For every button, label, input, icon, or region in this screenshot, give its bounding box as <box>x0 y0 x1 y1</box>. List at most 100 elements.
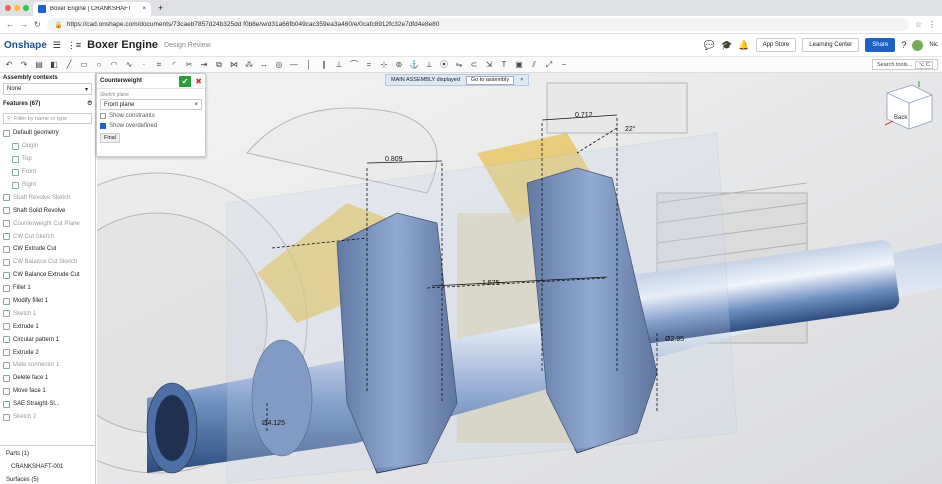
fillet-icon[interactable]: ◜ <box>169 60 179 69</box>
share-button[interactable]: Share <box>865 38 896 52</box>
close-tab-icon[interactable]: × <box>142 6 146 12</box>
app-store-button[interactable]: App Store <box>755 38 797 52</box>
final-button[interactable]: Final <box>100 133 120 143</box>
pierce-icon[interactable]: ⦿ <box>439 59 449 70</box>
extrude-icon[interactable]: ◧ <box>49 60 59 69</box>
show-constraints-checkbox[interactable]: Show constraints <box>97 111 205 121</box>
parallel-icon[interactable]: ∥ <box>319 60 329 69</box>
pattern-icon[interactable]: ⁂ <box>244 60 254 69</box>
graphics-viewport[interactable]: 0.809 0.712 22° 1.575 Ø2.95 Ø4.125 Back <box>97 73 942 484</box>
back-icon[interactable]: ← <box>6 20 14 29</box>
tangent-icon[interactable]: ⌒ <box>349 59 359 70</box>
dimension-icon[interactable]: ↔ <box>259 60 269 69</box>
star-icon[interactable]: ☆ <box>915 20 922 29</box>
perpendicular-icon[interactable]: ⊥ <box>334 60 344 69</box>
undo-icon[interactable]: ↶ <box>4 60 14 69</box>
project-icon[interactable]: ⇲ <box>484 60 494 69</box>
assembly-context-select[interactable]: None ▾ <box>3 83 92 95</box>
show-constraints-box[interactable] <box>100 113 106 119</box>
rollback-icon[interactable]: ⏱ <box>87 101 92 108</box>
concentric-icon[interactable]: ⊚ <box>394 60 404 69</box>
feature-item[interactable]: Sketch 2 <box>0 411 95 424</box>
mirror-icon[interactable]: ⋈ <box>229 60 239 69</box>
url-field[interactable]: 🔒 https://cad.onshape.com/documents/73ca… <box>46 18 909 31</box>
feature-item[interactable]: Extrude 1 <box>0 320 95 333</box>
midpoint-icon[interactable]: ⊹ <box>379 60 389 69</box>
feature-item[interactable]: Front <box>0 166 95 179</box>
feature-item[interactable]: Shaft Solid Revolve <box>0 204 95 217</box>
close-window-dot[interactable] <box>5 5 11 11</box>
user-name[interactable]: Nic <box>929 42 938 48</box>
learning-center-button[interactable]: Learning Center <box>802 38 860 52</box>
feature-item[interactable]: Counterweight Cut Plane <box>0 217 95 230</box>
equal-icon[interactable]: = <box>364 60 374 69</box>
feature-item[interactable]: CW Balance Extrude Cut <box>0 269 95 282</box>
feature-item[interactable]: Circular pattern 1 <box>0 333 95 346</box>
transform-icon[interactable]: ⤢ <box>544 60 554 70</box>
symmetric-icon[interactable]: ⇋ <box>454 60 464 69</box>
spline-icon[interactable]: ∿ <box>124 60 134 69</box>
rectangle-icon[interactable]: ▭ <box>79 60 89 69</box>
document-title[interactable]: Boxer Engine <box>87 39 158 51</box>
horizontal-icon[interactable]: ― <box>289 60 299 69</box>
minimize-window-dot[interactable] <box>14 5 20 11</box>
clear-field-icon[interactable]: × <box>194 102 198 108</box>
arc-icon[interactable]: ◠ <box>109 60 119 69</box>
part-item[interactable]: CRANKSHAFT-001 <box>3 461 93 474</box>
reload-icon[interactable]: ↻ <box>34 20 41 29</box>
help-icon[interactable]: ? <box>901 40 906 50</box>
sketch-icon[interactable]: ▤ <box>34 60 44 69</box>
parts-header[interactable]: Parts (1) <box>3 448 93 461</box>
show-overdefined-checkbox[interactable]: Show overdefined <box>97 121 205 131</box>
extend-icon[interactable]: ⇥ <box>199 60 209 69</box>
trim-icon[interactable]: ✂ <box>184 60 194 69</box>
circle-icon[interactable]: ○ <box>94 60 104 69</box>
line-icon[interactable]: ╱ <box>64 60 74 69</box>
feature-item[interactable]: CW Cut Sketch <box>0 230 95 243</box>
comments-icon[interactable]: 💬 <box>704 40 715 51</box>
banner-close-icon[interactable]: × <box>520 77 523 83</box>
feature-item[interactable]: Right <box>0 179 95 192</box>
show-overdefined-box[interactable] <box>100 123 106 129</box>
construction-icon[interactable]: ⌗ <box>154 60 164 70</box>
surfaces-header[interactable]: Surfaces (5) <box>3 474 93 484</box>
feature-filter-input[interactable]: ⚲ Filter by name or type <box>3 113 92 124</box>
text-icon[interactable]: T <box>499 60 509 69</box>
coincident-icon[interactable]: ◎ <box>274 60 284 69</box>
maximize-window-dot[interactable] <box>23 5 29 11</box>
feature-item[interactable]: Fillet 1 <box>0 282 95 295</box>
graduation-cap-icon[interactable]: 🎓 <box>721 40 732 51</box>
feature-item[interactable]: Move face 1 <box>0 385 95 398</box>
dimension-0712[interactable]: 0.712 <box>575 112 593 119</box>
onshape-logo[interactable]: Onshape <box>4 40 47 51</box>
search-tools-input[interactable]: Search tools... ⌥ C <box>871 59 938 70</box>
new-tab-icon[interactable]: + <box>158 3 163 13</box>
dimension-dia-295[interactable]: Ø2.95 <box>665 336 684 343</box>
cancel-x-icon[interactable]: ✖ <box>195 76 202 87</box>
vertical-icon[interactable]: │ <box>304 60 314 69</box>
feature-item[interactable]: Extrude 2 <box>0 346 95 359</box>
sketch-plane-field[interactable]: Front plane × <box>100 99 202 110</box>
feature-item[interactable]: SAE Straight-Sl... <box>0 398 95 411</box>
user-avatar[interactable] <box>912 39 924 51</box>
accept-check-icon[interactable]: ✔ <box>179 76 191 87</box>
feature-item[interactable]: CW Balance Cut Sketch <box>0 256 95 269</box>
feature-item[interactable]: Delete face 1 <box>0 372 95 385</box>
feature-item[interactable]: Sketch 1 <box>0 307 95 320</box>
menu-dots-icon[interactable]: ⋮ <box>928 20 936 29</box>
forward-icon[interactable]: → <box>20 20 28 29</box>
fix-icon[interactable]: ⚓ <box>409 60 419 69</box>
feature-item[interactable]: Shaft Revolve Sketch <box>0 191 95 204</box>
hamburger-menu-icon[interactable]: ☰ <box>53 40 61 51</box>
go-to-assembly-button[interactable]: Go to assembly <box>465 75 515 85</box>
dimension-1575[interactable]: 1.575 <box>482 280 500 287</box>
feature-item[interactable]: Modify fillet 1 <box>0 295 95 308</box>
feature-item[interactable]: Default geometry <box>0 127 95 140</box>
dimension-0809[interactable]: 0.809 <box>385 156 403 163</box>
view-cube-face[interactable]: Back <box>894 115 908 121</box>
feature-item[interactable]: CW Extrude Cut <box>0 243 95 256</box>
dimension-dia-4125[interactable]: Ø4.125 <box>262 420 285 427</box>
slot-icon[interactable]: ⊂ <box>469 60 479 69</box>
model-canvas[interactable]: 0.809 0.712 22° 1.575 Ø2.95 Ø4.125 Back <box>97 73 942 484</box>
feature-item[interactable]: Top <box>0 153 95 166</box>
